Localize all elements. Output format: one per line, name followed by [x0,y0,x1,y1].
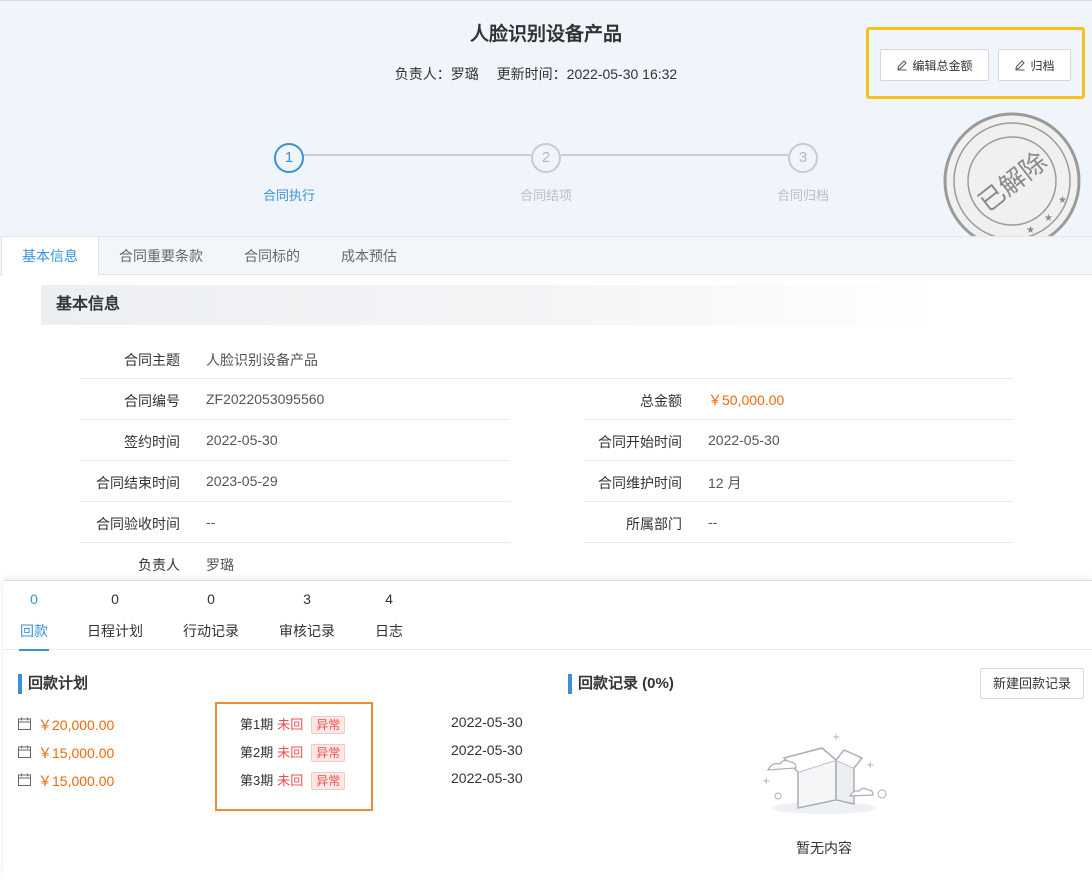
field-value: -- [206,514,216,530]
tab-cost-estimate[interactable]: 成本预估 [329,237,409,275]
field-label: 合同结束时间 [96,475,180,491]
payment-date: 2022-05-30 [451,770,523,786]
contract-header: 人脸识别设备产品 负责人：罗璐 更新时间：2022-05-30 16:32 编辑… [0,0,1092,250]
related-panel: 0 回款 0 日程计划 0 行动记录 3 审核记录 4 日志 [3,580,1092,880]
panel-tab-log[interactable]: 4 日志 [371,591,407,641]
step-connector [303,154,531,156]
svg-text:★: ★ [1026,225,1035,236]
edit-amount-button[interactable]: 编辑总金额 [880,49,989,81]
tab-contract-subject[interactable]: 合同标的 [232,237,312,275]
step-connector [561,154,788,156]
calendar-icon [18,745,31,758]
pencil-icon [897,60,908,71]
payment-date: 2022-05-30 [451,742,523,758]
svg-text:★: ★ [1058,195,1067,206]
payment-records-title: 回款记录 (0%) [568,674,674,694]
svg-text:+: + [832,732,840,743]
field-label: 合同开始时间 [598,434,682,450]
field-value: 2023-05-29 [206,473,278,489]
new-payment-record-button[interactable]: 新建回款记录 [980,668,1084,699]
terminated-seal-icon: 已解除 ★ ★ ★ [943,112,1081,250]
field-label: 合同维护时间 [598,475,682,491]
row-divider [80,501,510,502]
field-label: 负责人 [138,557,180,573]
calendar-icon [18,717,31,730]
row-divider [584,542,1012,543]
step-2-circle: 2 [531,143,561,173]
field-label: 合同编号 [124,393,180,409]
field-label: 合同主题 [124,352,180,368]
field-value: 人脸识别设备产品 [206,352,318,368]
owner-info: 负责人：罗璐 [394,66,479,82]
row-divider [80,542,510,543]
field-value: 2022-05-30 [206,432,278,448]
field-value: 罗璐 [206,557,234,573]
svg-text:+: + [866,760,874,771]
tab-important-terms[interactable]: 合同重要条款 [112,237,210,275]
panel-tab-actions[interactable]: 0 行动记录 [179,591,243,641]
empty-box-icon: + + + [762,732,887,814]
row-divider [584,419,1012,420]
archive-button[interactable]: 归档 [998,49,1071,81]
row-divider [584,460,1012,461]
payment-plan-title: 回款计划 [18,674,88,694]
row-divider [80,460,510,461]
field-label: 总金额 [640,393,682,409]
detail-tabs: 基本信息 合同重要条款 合同标的 成本预估 [0,236,1092,276]
step-2-label: 合同结项 [519,188,572,203]
payment-plan-row: ￥20,000.00 [18,713,138,735]
total-amount-value: ￥50,000.00 [708,392,785,408]
payment-plan-row: ￥15,000.00 [18,741,138,763]
tab-basic-info[interactable]: 基本信息 [1,237,99,276]
section-title-basic-info: 基本信息 [41,285,941,325]
active-tab-indicator [19,649,49,651]
empty-state-text: 暂无内容 [796,840,852,856]
field-label: 所属部门 [626,516,682,532]
svg-text:+: + [762,776,770,787]
panel-tab-audit[interactable]: 3 审核记录 [275,591,339,641]
step-3-circle: 3 [788,143,818,173]
field-value: ZF2022053095560 [206,391,325,407]
payment-plan-row: ￥15,000.00 [18,769,138,791]
row-divider [80,378,1012,379]
row-divider [80,419,510,420]
tabs-divider [3,649,1092,650]
panel-tab-schedule[interactable]: 0 日程计划 [83,591,147,641]
field-value: -- [708,514,718,530]
row-divider [584,501,1012,502]
updated-info: 更新时间：2022-05-30 16:32 [496,66,678,82]
svg-text:★: ★ [1044,213,1053,224]
panel-tab-payment[interactable]: 0 回款 [17,591,51,641]
calendar-icon [18,773,31,786]
field-value: 2022-05-30 [708,432,780,448]
pencil-icon [1015,60,1026,71]
payment-date: 2022-05-30 [451,714,523,730]
step-1-circle: 1 [274,143,304,173]
field-value: 12 月 [708,475,742,491]
field-label: 签约时间 [124,434,180,450]
step-1-label: 合同执行 [262,188,315,203]
step-3-label: 合同归档 [776,188,829,203]
period-status-highlight [215,702,373,811]
field-label: 合同验收时间 [96,516,180,532]
